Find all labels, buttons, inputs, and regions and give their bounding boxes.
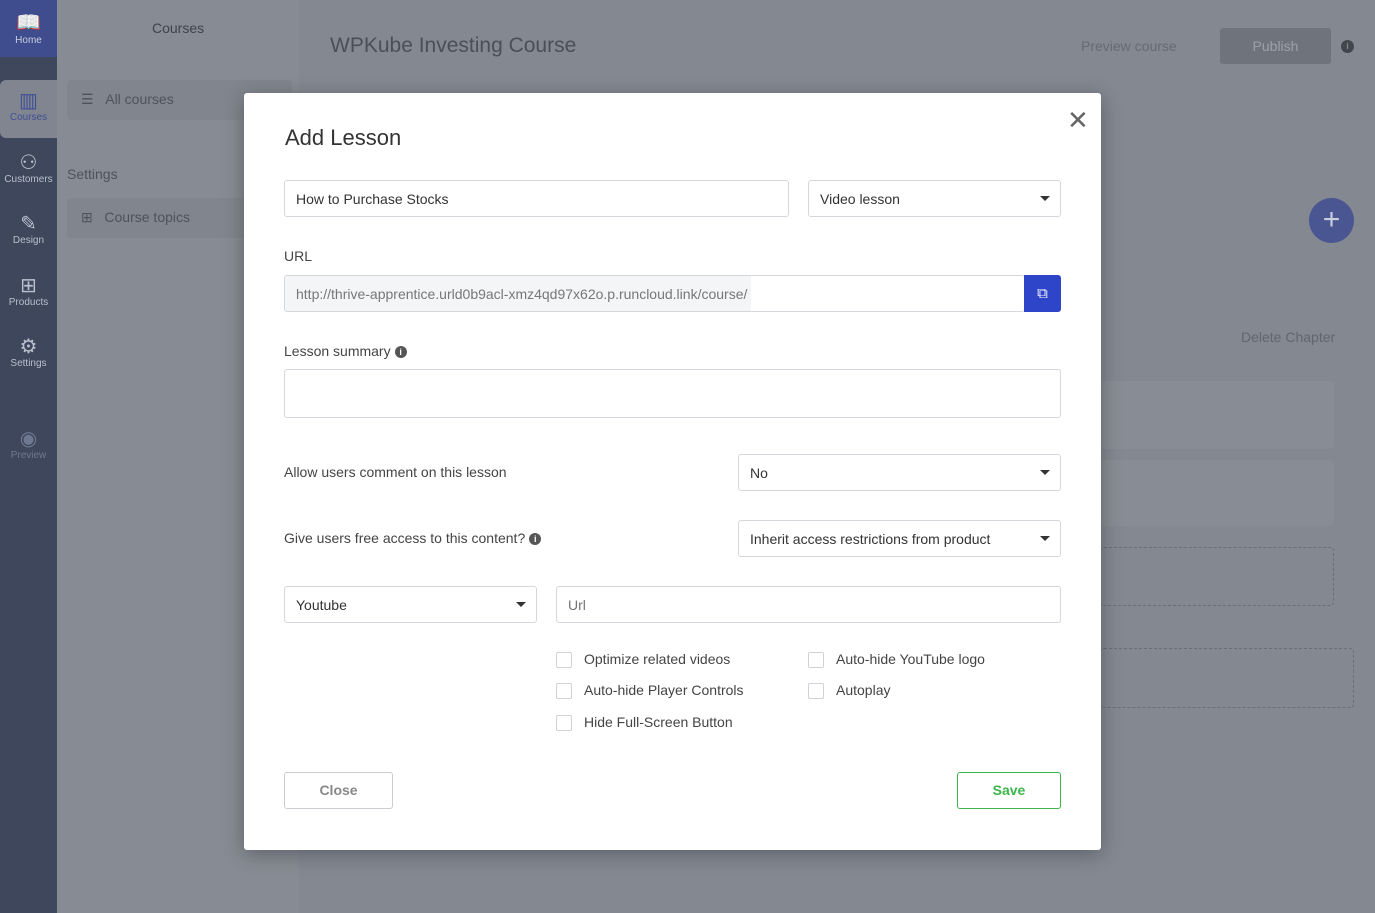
sidebar: 📖 Home ▥ Courses ⚇ Customers ✎ Design ⊞ Produ… <box>0 0 57 913</box>
checkbox[interactable] <box>556 652 572 669</box>
label: Give users free access to this content? <box>284 530 526 546</box>
access-label: Give users free access to this content? i <box>284 530 542 546</box>
boxes-icon: ⊞ <box>20 275 37 297</box>
label: Home <box>15 35 42 46</box>
url-value: http://thrive-apprentice.urld0b9acl-xmz4… <box>285 276 752 311</box>
comments-label: Allow users comment on this lesson <box>284 464 507 480</box>
option-optimize-related[interactable]: Optimize related videos <box>556 651 731 669</box>
option-autohide-controls[interactable]: Auto-hide Player Controls <box>556 682 744 700</box>
label: Hide Full-Screen Button <box>584 714 733 730</box>
close-button[interactable]: Close <box>284 772 393 809</box>
brush-icon: ✎ <box>20 213 37 235</box>
lesson-card <box>1100 460 1334 526</box>
checkbox[interactable] <box>556 715 572 732</box>
option-autohide-logo[interactable]: Auto-hide YouTube logo <box>808 651 985 669</box>
option-autoplay[interactable]: Autoplay <box>808 682 891 700</box>
comments-select[interactable]: No <box>738 454 1061 491</box>
library-icon: ▥ <box>19 90 38 112</box>
eye-icon: ◉ <box>19 428 38 450</box>
add-lesson-modal: Add Lesson ✕ How to Purchase Stocks Vide… <box>244 93 1101 850</box>
summary-label: Lesson summary i <box>284 343 407 359</box>
grid-icon: ⊞ <box>81 209 93 225</box>
modal-title: Add Lesson <box>285 125 402 150</box>
label: Preview <box>10 450 47 461</box>
sidebar-item-settings[interactable]: ⚙ Settings <box>0 336 57 369</box>
checkbox[interactable] <box>556 683 572 700</box>
preview-course-link[interactable]: Preview course <box>1081 38 1177 54</box>
label: Auto-hide Player Controls <box>584 682 744 698</box>
nav-section-settings: Settings <box>67 166 118 182</box>
checkbox[interactable] <box>808 683 824 700</box>
label: Autoplay <box>836 682 891 698</box>
label: Courses <box>9 112 48 123</box>
sidebar-item-products[interactable]: ⊞ Products <box>0 275 57 308</box>
delete-chapter-link[interactable]: Delete Chapter <box>1241 329 1335 345</box>
add-button[interactable]: + <box>1309 198 1354 243</box>
sidebar-item-design[interactable]: ✎ Design <box>0 213 57 246</box>
list-icon: ☰ <box>81 91 94 107</box>
copy-icon[interactable]: ⧉ <box>1024 275 1061 312</box>
nav-title: Courses <box>152 20 205 36</box>
drop-zone <box>1100 547 1334 606</box>
sidebar-item-courses[interactable]: ▥ Courses <box>0 80 57 138</box>
drop-zone <box>1100 648 1354 708</box>
sidebar-item-preview[interactable]: ◉ Preview <box>0 428 57 461</box>
sidebar-item-customers[interactable]: ⚇ Customers <box>0 152 57 185</box>
sidebar-item-home[interactable]: 📖 Home <box>0 0 57 57</box>
video-url-input[interactable] <box>556 586 1061 623</box>
label: All courses <box>105 91 174 107</box>
label: Products <box>8 297 49 308</box>
option-hide-fullscreen[interactable]: Hide Full-Screen Button <box>556 714 733 732</box>
label: Design <box>12 235 45 246</box>
lesson-type-select[interactable]: Video lesson <box>808 180 1061 217</box>
info-icon[interactable]: i <box>1341 40 1354 53</box>
book-icon: 📖 <box>16 12 41 34</box>
publish-button[interactable]: Publish <box>1220 28 1331 64</box>
info-icon[interactable]: i <box>529 533 542 546</box>
info-icon[interactable]: i <box>394 346 407 359</box>
lesson-name-input[interactable]: How to Purchase Stocks <box>284 180 789 217</box>
save-button[interactable]: Save <box>957 772 1061 809</box>
label: Lesson summary <box>284 343 391 359</box>
checkbox[interactable] <box>808 652 824 669</box>
label: Customers <box>4 174 53 185</box>
url-label: URL <box>284 248 313 264</box>
video-source-select[interactable]: Youtube <box>284 586 537 623</box>
course-title[interactable]: WPKube Investing Course <box>330 34 576 58</box>
label: Course topics <box>104 209 190 225</box>
label: Settings <box>10 358 47 369</box>
label: Optimize related videos <box>584 651 731 667</box>
close-icon[interactable]: ✕ <box>1067 105 1089 136</box>
lesson-summary-textarea[interactable] <box>284 369 1061 418</box>
lesson-card <box>1100 381 1334 449</box>
users-icon: ⚇ <box>19 152 38 174</box>
access-select[interactable]: Inherit access restrictions from product <box>738 520 1061 557</box>
url-field[interactable]: http://thrive-apprentice.urld0b9acl-xmz4… <box>284 275 1025 312</box>
label: Auto-hide YouTube logo <box>836 651 985 667</box>
gear-icon: ⚙ <box>19 336 38 358</box>
